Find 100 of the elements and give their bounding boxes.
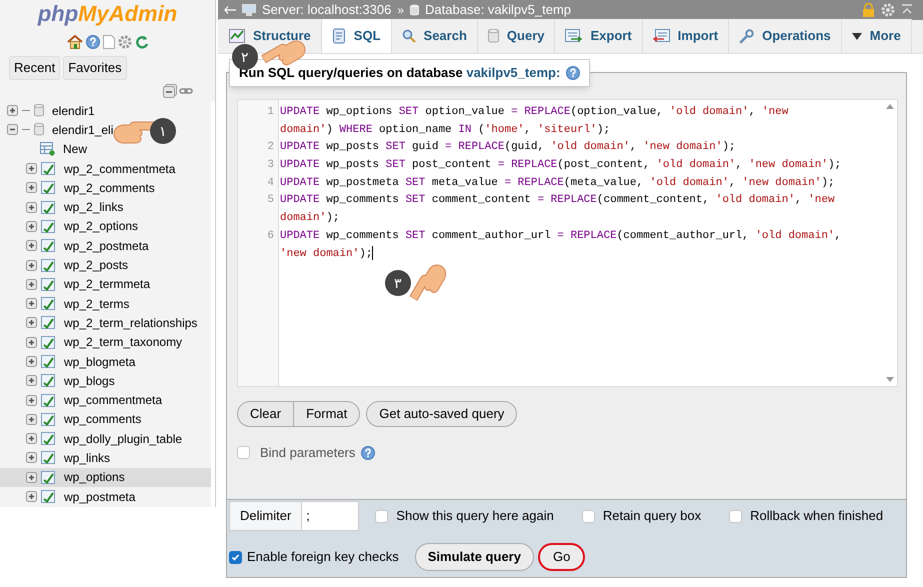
- code-line: UPDATE wp_options SET option_value = REPLACE(option_value, 'old domain', 'new: [280, 105, 788, 120]
- checkbox[interactable]: [582, 510, 595, 522]
- wrench-icon: [739, 28, 754, 44]
- delimiter-field[interactable]: Delimiter ;: [229, 501, 360, 531]
- input-field[interactable]: ;: [302, 502, 358, 530]
- expand-icon[interactable]: [26, 278, 37, 290]
- autosave-button[interactable]: Get auto-saved query: [366, 401, 518, 427]
- checkbox[interactable]: [729, 510, 742, 522]
- table-item[interactable]: wp_commentmeta: [0, 390, 211, 410]
- expand-icon[interactable]: [26, 163, 37, 174]
- expand-icon[interactable]: [26, 375, 37, 386]
- table-icon: [41, 432, 56, 446]
- line-number: 2: [266, 140, 275, 156]
- line-number: 6: [266, 228, 275, 244]
- chart-icon: [229, 29, 245, 43]
- help-icon[interactable]: [361, 446, 376, 460]
- code-line: UPDATE wp_posts SET post_content = REPLACE(post_content, 'old domain', 'new domain');: [280, 158, 842, 174]
- expand-icon[interactable]: [26, 394, 37, 406]
- tab[interactable]: Search: [392, 19, 478, 53]
- tab[interactable]: SQL: [322, 19, 392, 53]
- table-item[interactable]: wp_2_termmeta: [0, 274, 211, 294]
- table-item[interactable]: wp_2_posts: [0, 255, 211, 275]
- expand-icon[interactable]: [26, 414, 37, 425]
- caret-icon: [852, 32, 862, 40]
- collapse-up-icon[interactable]: [901, 4, 913, 16]
- help-icon[interactable]: [566, 66, 580, 80]
- table-icon: [41, 181, 56, 194]
- table-icon: [41, 451, 56, 464]
- table-item[interactable]: wp_2_comments: [0, 178, 211, 198]
- table-item[interactable]: wp_options: [0, 468, 211, 487]
- checkbox[interactable]: [375, 510, 388, 522]
- expand-icon[interactable]: [26, 317, 37, 328]
- checkbox[interactable]: [229, 550, 242, 564]
- expand-icon[interactable]: [26, 472, 37, 483]
- code-editor[interactable]: [237, 99, 898, 387]
- database-item[interactable]: elendir1: [0, 101, 211, 120]
- check-icon: [231, 552, 240, 562]
- code-line: UPDATE wp_posts SET guid = REPLACE(guid, 'old domain', 'new domain');: [280, 140, 736, 156]
- table-item[interactable]: wp_2_term_relationships: [0, 313, 211, 333]
- new-table-icon: [40, 142, 55, 156]
- expand-icon[interactable]: [26, 220, 37, 232]
- expand-icon[interactable]: [26, 260, 37, 271]
- help-icon[interactable]: [86, 35, 100, 49]
- expand-icon[interactable]: [26, 336, 37, 348]
- expand-icon[interactable]: [26, 240, 37, 252]
- settings-icon[interactable]: [118, 35, 132, 49]
- line-number: 4: [266, 176, 275, 191]
- checkbox[interactable]: [237, 446, 250, 460]
- database-link[interactable]: vakilpv5_temp:: [466, 65, 560, 80]
- table-item[interactable]: wp_2_links: [0, 197, 211, 217]
- go-button[interactable]: Go: [538, 543, 586, 571]
- table-item[interactable]: wp_2_terms: [0, 294, 211, 314]
- collapse-icon[interactable]: [7, 124, 18, 136]
- simulate-button[interactable]: Simulate query: [414, 543, 534, 571]
- expand-icon[interactable]: [26, 298, 37, 310]
- tab[interactable]: Import: [642, 19, 730, 53]
- collapse-all-icon[interactable]: [163, 84, 177, 98]
- checkbox-label: Retain query box: [602, 507, 702, 526]
- table-icon: [41, 162, 56, 176]
- expand-icon[interactable]: [7, 105, 18, 116]
- refresh-icon[interactable]: [134, 35, 148, 49]
- expand-icon[interactable]: [26, 356, 37, 367]
- home-icon[interactable]: [66, 35, 82, 49]
- editor-button[interactable]: Clear: [237, 401, 294, 427]
- back-arrow-icon[interactable]: [224, 5, 236, 15]
- table-icon: [41, 278, 56, 291]
- expand-icon[interactable]: [26, 202, 37, 213]
- table-item[interactable]: wp_blogmeta: [0, 352, 211, 372]
- nav-button[interactable]: Recent: [9, 56, 60, 80]
- editor-button[interactable]: Format: [294, 401, 360, 427]
- database-icon: [410, 4, 420, 16]
- table-item[interactable]: wp_dolly_plugin_table: [0, 429, 211, 448]
- table-item[interactable]: wp_comments: [0, 410, 211, 430]
- delimiter-label: Delimiter: [230, 502, 302, 530]
- table-icon: [41, 374, 56, 388]
- database-icon: [34, 123, 44, 136]
- table-item[interactable]: wp_blogs: [0, 371, 211, 390]
- tab[interactable]: More: [842, 19, 912, 53]
- scroll-down-icon[interactable]: [886, 377, 894, 382]
- table-item[interactable]: wp_2_term_taxonomy: [0, 332, 211, 352]
- table-item[interactable]: wp_2_postmeta: [0, 236, 211, 256]
- table-icon: [41, 200, 56, 214]
- breadcrumb-separator: »: [397, 2, 404, 19]
- tab[interactable]: Operations: [729, 19, 842, 53]
- nav-button[interactable]: Favorites: [63, 56, 127, 80]
- table-icon: [41, 316, 56, 330]
- table-item[interactable]: wp_links: [0, 448, 211, 468]
- tab[interactable]: Export: [555, 19, 643, 53]
- table-icon: [41, 336, 56, 349]
- scroll-icon: [332, 28, 346, 44]
- expand-icon[interactable]: [26, 491, 37, 502]
- table-item[interactable]: wp_2_commentmeta: [0, 158, 211, 178]
- expand-icon[interactable]: [26, 182, 37, 194]
- expand-icon[interactable]: [26, 433, 37, 444]
- scroll-up-icon[interactable]: [886, 104, 894, 109]
- table-item[interactable]: wp_2_options: [0, 216, 211, 236]
- table-item[interactable]: wp_postmeta: [0, 486, 211, 506]
- expand-icon[interactable]: [26, 452, 37, 464]
- tab[interactable]: Query: [478, 19, 556, 53]
- table-icon: [41, 394, 56, 407]
